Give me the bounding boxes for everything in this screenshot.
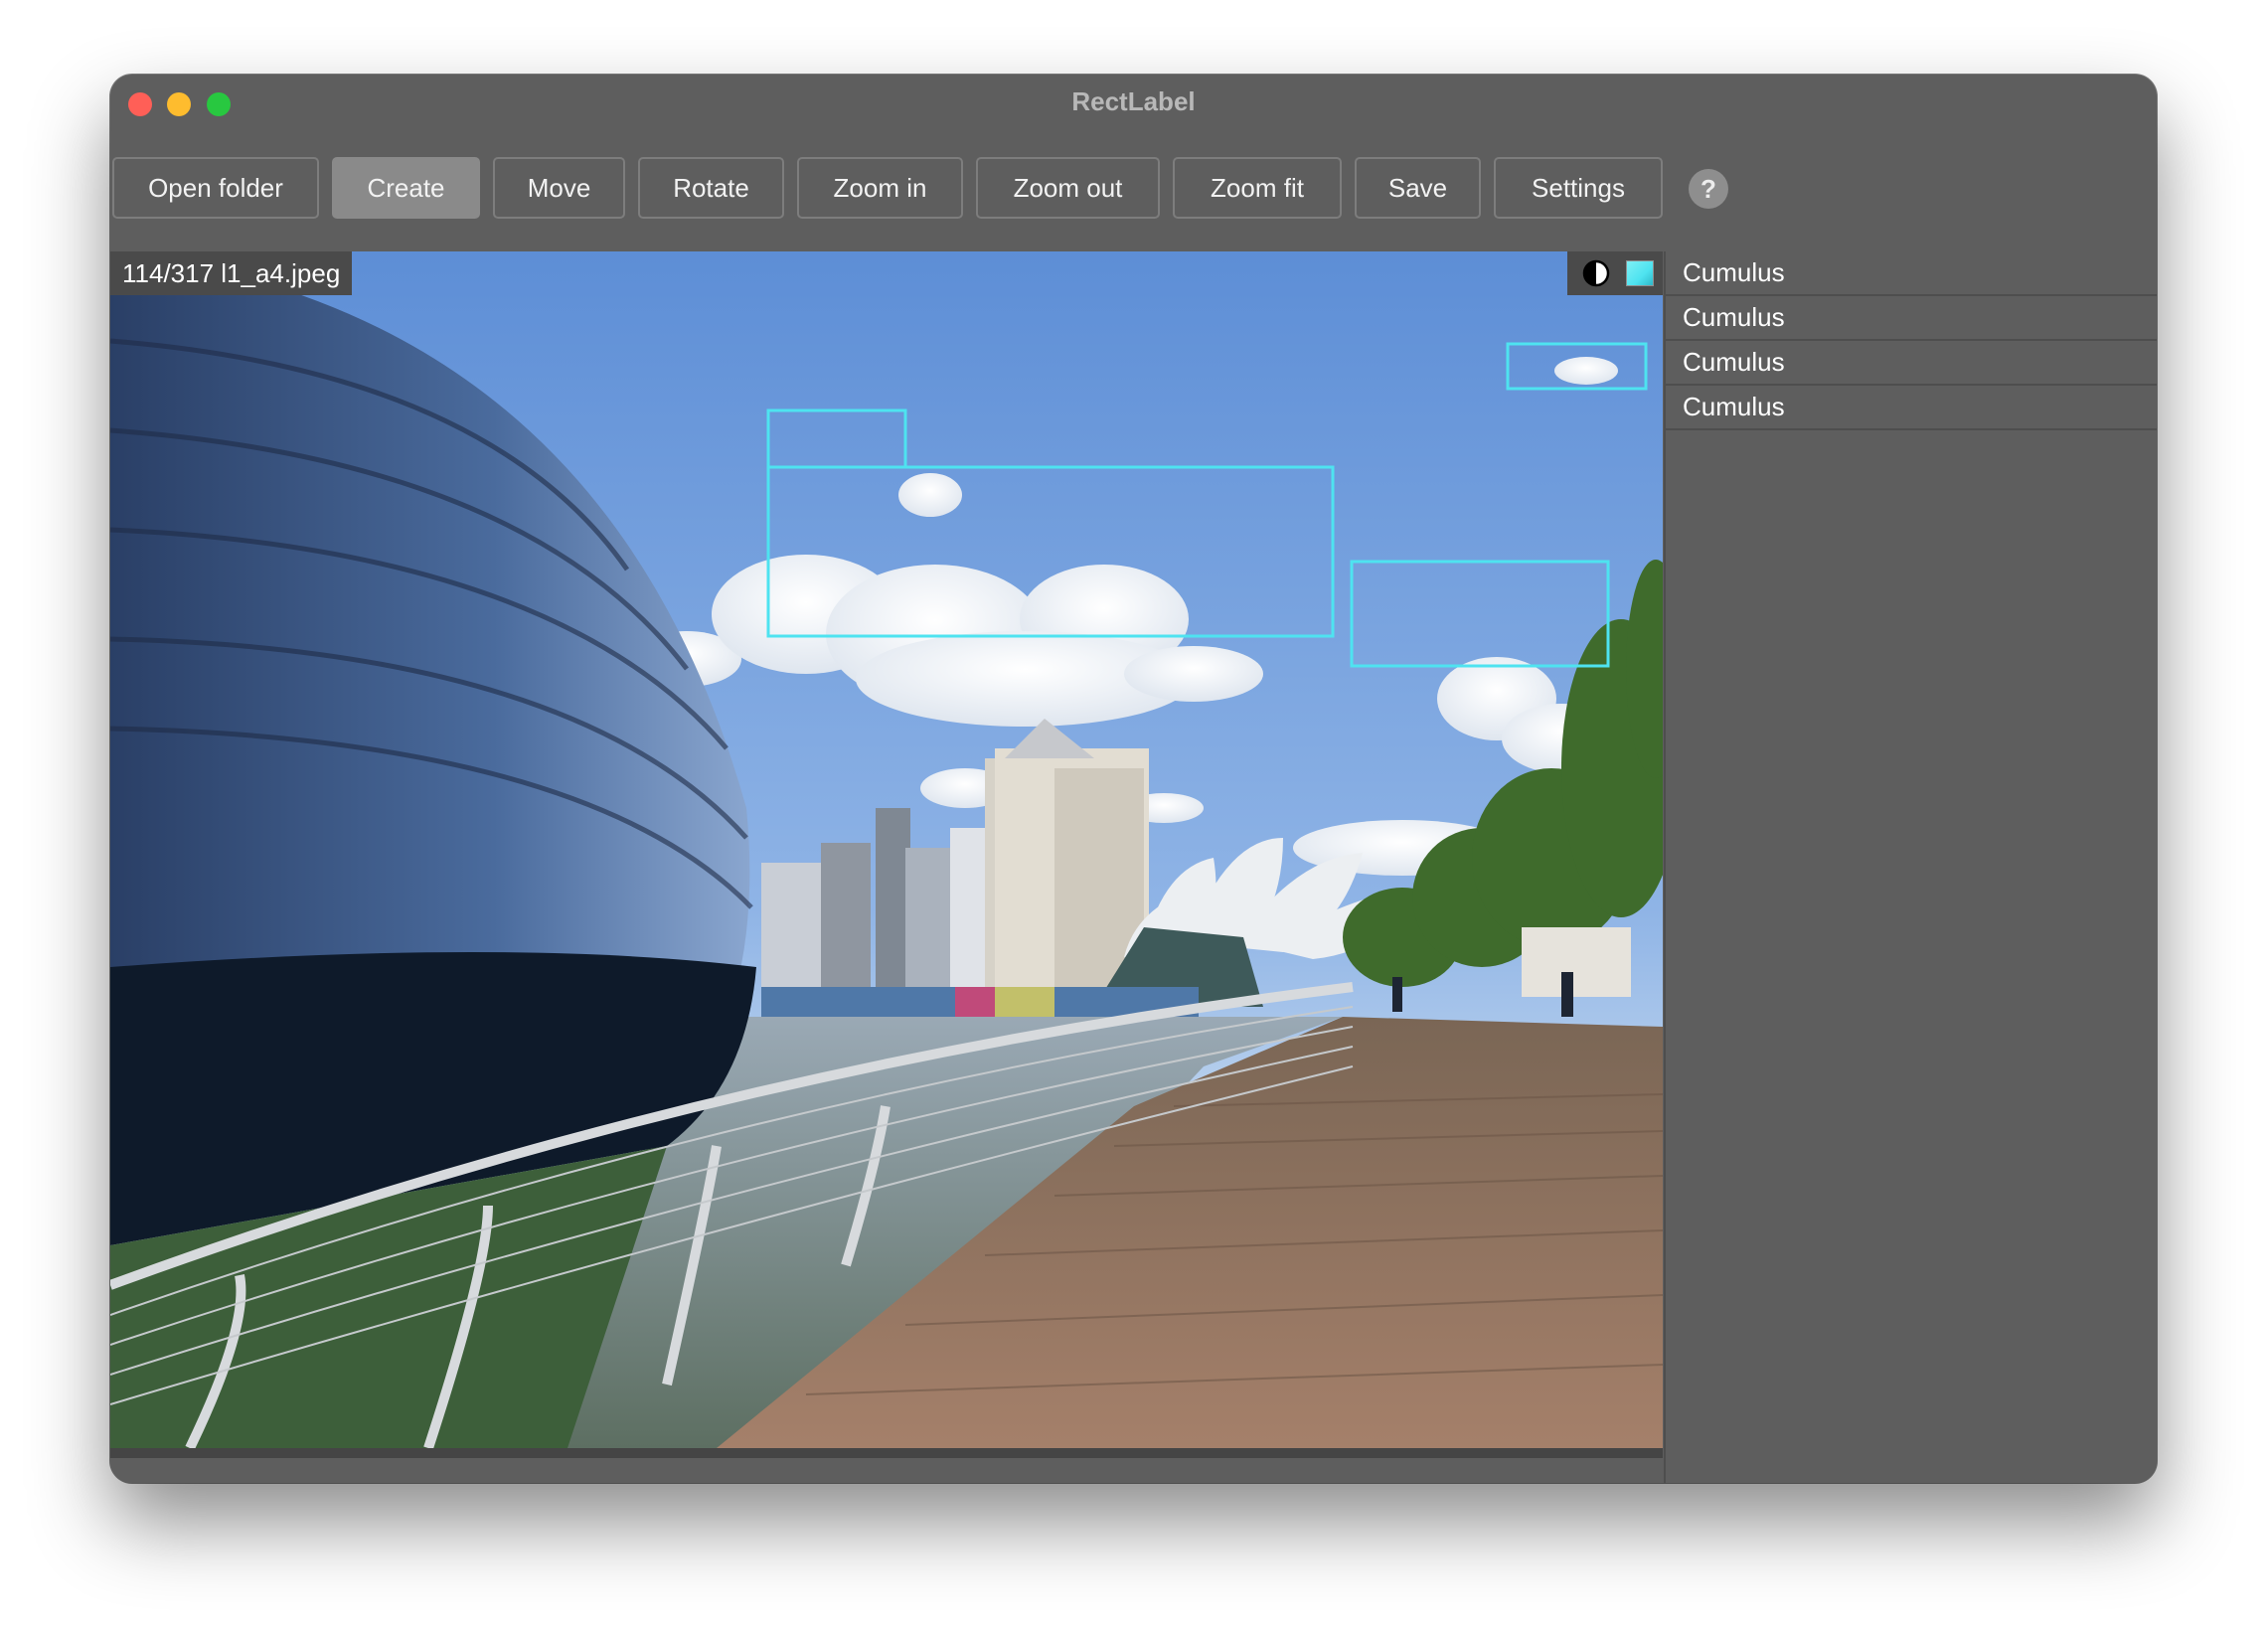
title-bar[interactable]: RectLabel [110,75,2157,130]
label-list-item[interactable]: Cumulus [1666,341,2157,386]
contrast-icon[interactable] [1581,258,1611,288]
create-button[interactable]: Create [332,157,480,219]
move-button[interactable]: Move [493,157,625,219]
zoom-out-button[interactable]: Zoom out [976,157,1160,219]
window-title: RectLabel [1071,86,1196,116]
zoom-in-button[interactable]: Zoom in [797,157,963,219]
save-button[interactable]: Save [1355,157,1481,219]
zoom-fit-button[interactable]: Zoom fit [1173,157,1342,219]
open-folder-button[interactable]: Open folder [112,157,319,219]
label-list-item[interactable]: Cumulus [1666,296,2157,341]
label-list: Cumulus Cumulus Cumulus Cumulus [1664,251,2157,1483]
toolbar: Open folder Create Move Rotate Zoom in Z… [110,157,2157,221]
label-list-item[interactable]: Cumulus [1666,386,2157,430]
image-canvas[interactable]: 114/317 l1_a4.jpeg [110,251,1663,1458]
help-button[interactable]: ? [1689,169,1728,209]
rotate-button[interactable]: Rotate [638,157,784,219]
color-swatch-icon[interactable] [1626,260,1654,286]
image-tools [1567,251,1663,295]
settings-button[interactable]: Settings [1494,157,1663,219]
photo [110,251,1663,1448]
app-window: RectLabel Open folder Create Move Rotate… [110,75,2157,1483]
label-list-item[interactable]: Cumulus [1666,251,2157,296]
file-name-label: 114/317 l1_a4.jpeg [110,251,353,295]
